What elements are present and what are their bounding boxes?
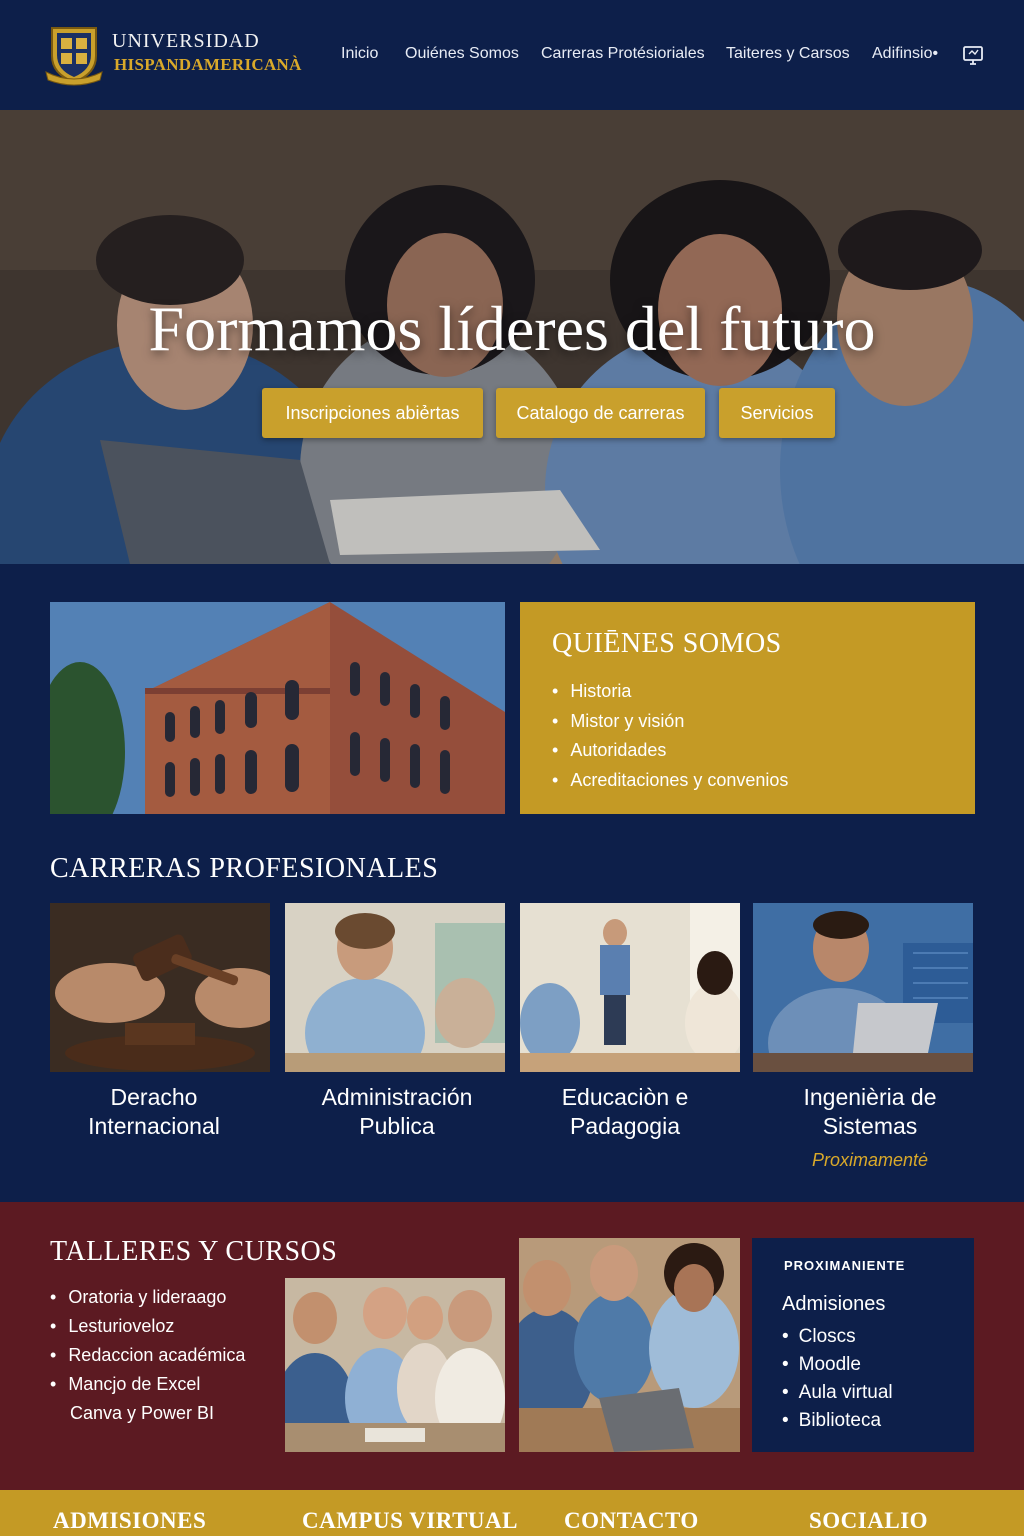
university-crest-logo[interactable] xyxy=(44,22,104,86)
services-button[interactable]: Servicios xyxy=(719,388,835,438)
coming-soon-tag: PROXIMANIENTE xyxy=(784,1258,906,1273)
career-systems-label[interactable]: Ingenièria de Sistemas xyxy=(750,1083,990,1141)
hero-banner: Formamos líderes del futuro Inscripcione… xyxy=(0,110,1024,564)
career-law-label[interactable]: Deracho Internacional xyxy=(34,1083,274,1141)
career-education-label[interactable]: Educaciòn e Padagogia xyxy=(505,1083,745,1141)
coming-soon-panel: PROXIMANIENTE Admisiones Closcs Moodle A… xyxy=(752,1238,974,1452)
campus-building-photo xyxy=(50,602,505,814)
panel-link-moodle[interactable]: Moodle xyxy=(782,1352,893,1380)
career-public-admin-label[interactable]: Administración Publica xyxy=(277,1083,517,1141)
footer-social-link[interactable]: SOCIALIO xyxy=(809,1508,928,1534)
footer-admissions-link[interactable]: ADMISIONES xyxy=(53,1508,206,1534)
footer-virtual-campus-link[interactable]: CAMPUS VIRTUAL xyxy=(302,1508,518,1534)
about-item-authorities[interactable]: Autoridades xyxy=(552,737,788,767)
workshop-group-photo xyxy=(285,1278,505,1452)
career-public-admin-photo[interactable] xyxy=(285,903,505,1072)
career-education-photo[interactable] xyxy=(520,903,740,1072)
hero-title: Formamos líderes del futuro xyxy=(148,293,876,364)
brand-name-line1: UNIVERSIDAD xyxy=(112,30,260,52)
workshop-item-continuation[interactable]: Canva y Power BI xyxy=(50,1400,245,1429)
admissions-heading[interactable]: Admisiones xyxy=(782,1293,885,1316)
about-item-history[interactable]: Historia xyxy=(552,678,788,708)
about-item-accreditations[interactable]: Acreditaciones y convenios xyxy=(552,767,788,797)
nav-admisiones[interactable]: Adifinsio• xyxy=(872,45,938,63)
panel-link[interactable]: Closcs xyxy=(782,1324,893,1352)
footer-bar: ADMISIONES CAMPUS VIRTUAL CONTACTO SOCIA… xyxy=(0,1490,1024,1536)
nav-quienes-somos[interactable]: Ouiénes Somos xyxy=(405,45,519,63)
career-catalog-button[interactable]: Catalogo de carreras xyxy=(496,388,705,438)
panel-link-virtual-classroom[interactable]: Aula virtual xyxy=(782,1380,893,1408)
panel-links-list: Closcs Moodle Aula virtual Biblioteca xyxy=(782,1324,893,1436)
workshop-item[interactable]: Mancjo de Excel xyxy=(50,1371,245,1400)
site-header: UNIVERSIDAD HISPANDAMERICANÀ Inicio Ouié… xyxy=(0,0,1024,110)
footer-contact-link[interactable]: CONTACTO xyxy=(564,1508,699,1534)
nav-carreras[interactable]: Carreras Protésioriales xyxy=(541,45,705,63)
workshops-section-title: TALLERES Y CURSOS xyxy=(50,1236,338,1267)
about-item-mission[interactable]: Mistor y visión xyxy=(552,708,788,738)
nav-inicio[interactable]: Inicio xyxy=(341,45,378,63)
workshop-laptop-photo xyxy=(519,1238,740,1452)
workshops-list: Oratoria y lideraago Lesturioveloz Redac… xyxy=(50,1284,245,1429)
about-us-list: Historia Mistor y visión Autoridades Acr… xyxy=(552,678,788,796)
coming-soon-label: Proximamentė xyxy=(811,1150,929,1170)
panel-link-library[interactable]: Biblioteca xyxy=(782,1408,893,1436)
workshop-item[interactable]: Redaccion académica xyxy=(50,1342,245,1371)
about-us-card: QUIĒNES SOMOS Historia Mistor y visión A… xyxy=(520,602,975,814)
career-law-photo[interactable] xyxy=(50,903,270,1072)
monitor-icon[interactable] xyxy=(962,44,984,66)
enrollment-open-button[interactable]: Inscripciones abiẻrtas xyxy=(262,388,483,438)
about-us-title: QUIĒNES SOMOS xyxy=(552,628,782,659)
workshop-item[interactable]: Lesturioveloz xyxy=(50,1313,245,1342)
workshop-item[interactable]: Oratoria y lideraago xyxy=(50,1284,245,1313)
brand-name-line2: HISPANDAMERICANÀ xyxy=(114,55,302,74)
careers-section-title: CARRERAS PROFESIONALES xyxy=(50,853,439,884)
nav-talleres[interactable]: Taiteres y Carsos xyxy=(726,45,850,63)
career-systems-photo[interactable] xyxy=(753,903,973,1072)
